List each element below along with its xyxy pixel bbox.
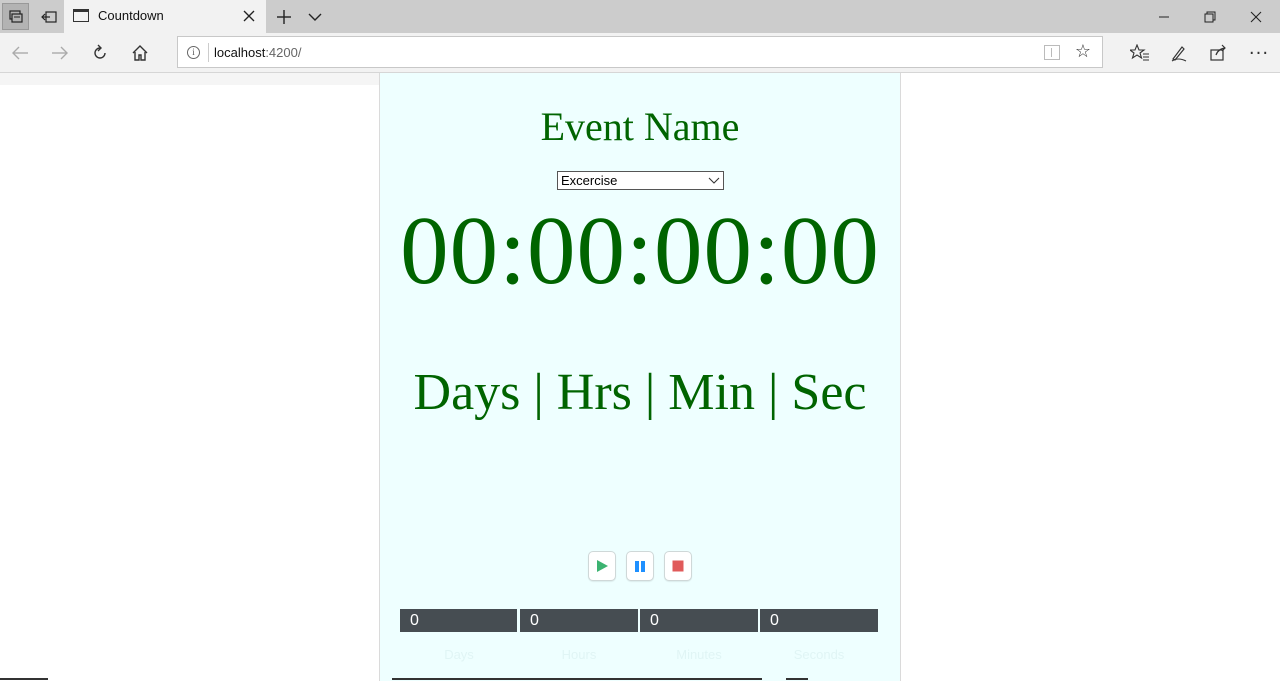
share-icon	[1210, 44, 1226, 61]
timer-controls	[588, 551, 692, 583]
page-icon	[73, 9, 89, 22]
tab-title: Countdown	[98, 8, 164, 23]
seconds-caption: Seconds	[793, 647, 845, 662]
info-icon[interactable]: i	[187, 46, 200, 59]
tab-actions-icon	[8, 9, 23, 23]
url-text[interactable]: localhost:4200/	[214, 45, 301, 60]
days-counter: 0	[400, 609, 517, 632]
close-icon	[243, 10, 255, 22]
seconds-counter: 0	[760, 609, 878, 632]
counter-captions: Days Hours Minutes Seconds	[400, 647, 879, 667]
home-button[interactable]	[127, 40, 153, 66]
countdown-display: 00:00:00:00	[400, 197, 880, 304]
play-button[interactable]	[588, 551, 616, 581]
stop-button[interactable]	[664, 551, 692, 581]
forward-button[interactable]	[47, 40, 73, 66]
refresh-button[interactable]	[87, 40, 113, 66]
plus-icon	[277, 10, 291, 24]
url-host: localhost	[214, 45, 266, 60]
unit-labels: Days | Hrs | Min | Sec	[413, 364, 867, 421]
web-notes-button[interactable]	[1166, 40, 1192, 66]
home-icon	[132, 45, 148, 61]
address-bar[interactable]: i localhost:4200/ ☆	[177, 36, 1103, 68]
page-viewport: Event Name Excercise 00:00:00:00 Days | …	[0, 73, 1280, 681]
title-bar: Countdown	[0, 0, 1280, 33]
event-name-heading: Event Name	[540, 104, 740, 149]
tab-close-button[interactable]	[239, 6, 259, 26]
minutes-caption: Minutes	[676, 647, 722, 662]
taskbar-edge	[0, 678, 48, 680]
tab-countdown[interactable]: Countdown	[64, 0, 266, 33]
star-icon[interactable]: ☆	[1073, 42, 1093, 62]
stop-icon	[672, 560, 684, 572]
reading-view-icon[interactable]	[1044, 45, 1060, 60]
refresh-icon	[94, 44, 106, 59]
hours-counter: 0	[520, 609, 638, 632]
hours-caption: Hours	[561, 647, 597, 662]
minimize-icon	[1159, 16, 1169, 17]
taskbar-edge	[786, 678, 808, 680]
restore-button[interactable]	[1187, 0, 1233, 33]
event-select[interactable]: Excercise	[557, 171, 724, 190]
countdown-panel: Event Name Excercise 00:00:00:00 Days | …	[379, 73, 901, 681]
more-icon: ···	[1248, 42, 1270, 64]
share-button[interactable]	[1205, 40, 1231, 66]
navigation-bar: i localhost:4200/ ☆ ···	[0, 33, 1280, 73]
tab-menu-button[interactable]	[303, 5, 327, 29]
days-caption: Days	[444, 647, 474, 662]
favorites-list-icon	[1130, 44, 1149, 61]
arrow-left-icon	[12, 46, 28, 60]
set-aside-tabs-icon	[40, 10, 57, 23]
url-port: :4200/	[265, 45, 302, 60]
window-close-button[interactable]	[1233, 0, 1279, 33]
taskbar-edge	[392, 678, 762, 680]
pause-button[interactable]	[626, 551, 654, 581]
minimize-button[interactable]	[1141, 0, 1187, 33]
arrow-right-icon	[52, 46, 68, 60]
counter-row: 0 0 0 0	[400, 609, 879, 632]
back-button[interactable]	[7, 40, 33, 66]
close-icon	[1250, 11, 1262, 22]
restore-icon	[1204, 11, 1216, 22]
address-separator	[208, 43, 209, 62]
event-select-value: Excercise	[561, 173, 618, 188]
favorites-hub-button[interactable]	[1127, 40, 1153, 66]
new-tab-button[interactable]	[271, 4, 297, 30]
chevron-down-icon	[707, 173, 721, 188]
more-button[interactable]: ···	[1246, 40, 1272, 66]
set-aside-tabs-button[interactable]	[33, 0, 64, 33]
left-strip	[0, 73, 379, 85]
play-icon	[597, 560, 608, 572]
chevron-down-icon	[308, 13, 322, 21]
tab-actions-button[interactable]	[2, 3, 29, 30]
pen-icon	[1171, 46, 1187, 62]
pause-icon	[635, 561, 645, 572]
minutes-counter: 0	[640, 609, 758, 632]
